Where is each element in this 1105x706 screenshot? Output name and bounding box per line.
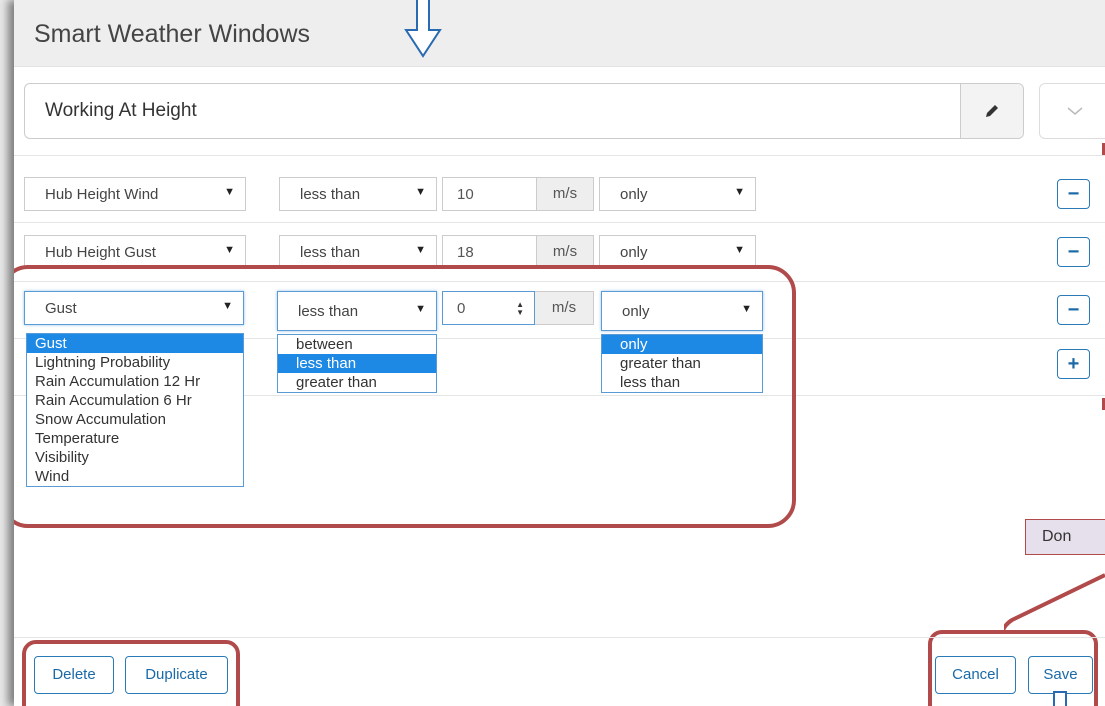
delete-button[interactable]: Delete	[34, 656, 114, 694]
annotation-highlight-dropdowns	[14, 265, 796, 528]
caret-icon: ▼	[415, 186, 426, 198]
divider	[14, 222, 1105, 223]
arrow-down-icon	[404, 0, 442, 58]
remove-rule-button[interactable]: −	[1057, 295, 1090, 325]
arrow-up-icon	[1053, 691, 1067, 706]
annotation-note: Don	[1025, 519, 1105, 555]
chevron-down-icon	[1067, 107, 1083, 115]
add-rule-button[interactable]: +	[1057, 349, 1090, 379]
value-input[interactable]: 18	[442, 235, 537, 269]
duplicate-button[interactable]: Duplicate	[125, 656, 228, 694]
modal-title: Smart Weather Windows	[34, 20, 311, 48]
caret-icon: ▼	[224, 186, 235, 198]
parameter-select[interactable]: Hub Height Gust ▼	[24, 235, 246, 269]
caret-icon: ▼	[415, 244, 426, 256]
value-input[interactable]: 10	[442, 177, 537, 211]
window-name-field[interactable]: Working At Height	[24, 83, 1024, 139]
caret-icon: ▼	[734, 244, 745, 256]
unit-label: m/s	[537, 177, 594, 211]
caret-icon: ▼	[224, 244, 235, 256]
operator-select[interactable]: less than ▼	[279, 177, 437, 211]
window-name-value: Working At Height	[45, 100, 197, 121]
qualifier-select[interactable]: only ▼	[599, 235, 756, 269]
cancel-button[interactable]: Cancel	[935, 656, 1016, 694]
footer-divider	[14, 637, 1105, 638]
modal-header: Smart Weather Windows	[14, 0, 1105, 67]
edit-name-button[interactable]	[960, 84, 1023, 138]
remove-rule-button[interactable]: −	[1057, 237, 1090, 267]
collapse-button[interactable]	[1039, 83, 1105, 139]
qualifier-select[interactable]: only ▼	[599, 177, 756, 211]
caret-icon: ▼	[734, 186, 745, 198]
save-button[interactable]: Save	[1028, 656, 1093, 694]
annotation-brace	[1004, 573, 1105, 634]
divider	[14, 155, 1105, 156]
parameter-select[interactable]: Hub Height Wind ▼	[24, 177, 246, 211]
remove-rule-button[interactable]: −	[1057, 179, 1090, 209]
pencil-icon	[986, 105, 998, 117]
operator-select[interactable]: less than ▼	[279, 235, 437, 269]
smart-weather-windows-modal: Smart Weather Windows Working At Height …	[14, 0, 1105, 706]
unit-label: m/s	[537, 235, 594, 269]
